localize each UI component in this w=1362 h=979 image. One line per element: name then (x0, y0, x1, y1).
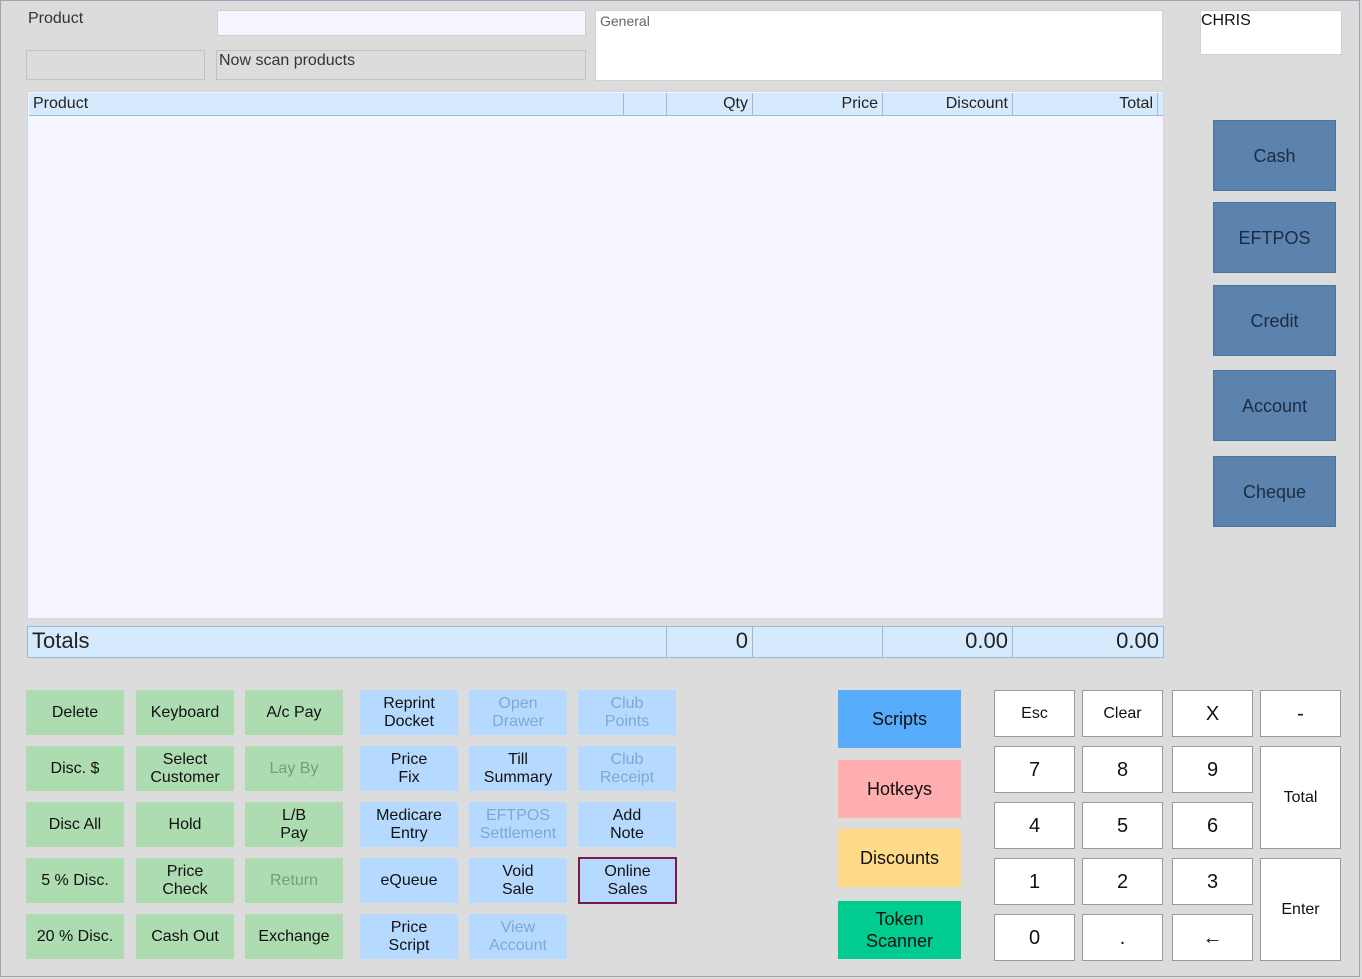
col-qty[interactable]: Qty (667, 93, 753, 115)
multiply-key[interactable]: X (1172, 690, 1253, 737)
medicare-entry-button[interactable]: Medicare Entry (360, 802, 458, 847)
return-button[interactable]: Return (245, 858, 343, 903)
ac-pay-button[interactable]: A/c Pay (245, 690, 343, 735)
totals-price (753, 627, 883, 657)
lay-by-button[interactable]: Lay By (245, 746, 343, 791)
dot-key[interactable]: . (1082, 914, 1163, 961)
disc-dollar-button[interactable]: Disc. $ (26, 746, 124, 791)
totals-total: 0.00 (1116, 628, 1159, 653)
key-6[interactable]: 6 (1172, 802, 1253, 849)
key-8[interactable]: 8 (1082, 746, 1163, 793)
col-blank[interactable] (624, 93, 667, 115)
col-discount[interactable]: Discount (883, 93, 1013, 115)
eftpos-settlement-button[interactable]: EFTPOS Settlement (469, 802, 567, 847)
operator-name: CHRIS (1200, 10, 1342, 55)
till-summary-button[interactable]: Till Summary (469, 746, 567, 791)
backspace-key[interactable]: ← (1172, 914, 1253, 961)
sale-items-grid[interactable]: Product Qty Price Discount Total (27, 91, 1164, 619)
clear-key[interactable]: Clear (1082, 690, 1163, 737)
token-scanner-button[interactable]: Token Scanner (838, 901, 961, 959)
key-7[interactable]: 7 (994, 746, 1075, 793)
product-search-input[interactable] (217, 10, 586, 36)
totals-qty: 0 (667, 627, 753, 657)
lb-pay-button[interactable]: L/B Pay (245, 802, 343, 847)
minus-key[interactable]: - (1260, 690, 1341, 737)
barcode-display-field (26, 50, 205, 80)
status-message: Now scan products (216, 50, 586, 80)
open-drawer-button[interactable]: Open Drawer (469, 690, 567, 735)
five-percent-disc-button[interactable]: 5 % Disc. (26, 858, 124, 903)
key-9[interactable]: 9 (1172, 746, 1253, 793)
cash-out-button[interactable]: Cash Out (136, 914, 234, 959)
price-check-button[interactable]: Price Check (136, 858, 234, 903)
add-note-button[interactable]: Add Note (578, 802, 676, 847)
totals-discount: 0.00 (883, 627, 1013, 657)
general-info-panel: General (595, 10, 1163, 81)
club-points-button[interactable]: Club Points (578, 690, 676, 735)
totals-label: Totals (28, 627, 667, 657)
key-2[interactable]: 2 (1082, 858, 1163, 905)
cheque-button[interactable]: Cheque (1213, 456, 1336, 527)
discounts-button[interactable]: Discounts (838, 829, 961, 887)
club-receipt-button[interactable]: Club Receipt (578, 746, 676, 791)
total-key[interactable]: Total (1260, 746, 1341, 849)
view-account-button[interactable]: View Account (469, 914, 567, 959)
scripts-button[interactable]: Scripts (838, 690, 961, 748)
totals-row: Totals 0 0.00 0.00 (27, 626, 1164, 658)
delete-button[interactable]: Delete (26, 690, 124, 735)
key-5[interactable]: 5 (1082, 802, 1163, 849)
key-3[interactable]: 3 (1172, 858, 1253, 905)
exchange-button[interactable]: Exchange (245, 914, 343, 959)
price-script-button[interactable]: Price Script (360, 914, 458, 959)
key-0[interactable]: 0 (994, 914, 1075, 961)
account-button[interactable]: Account (1213, 370, 1336, 441)
col-total[interactable]: Total (1013, 93, 1158, 115)
keyboard-button[interactable]: Keyboard (136, 690, 234, 735)
key-4[interactable]: 4 (994, 802, 1075, 849)
credit-button[interactable]: Credit (1213, 285, 1336, 356)
twenty-percent-disc-button[interactable]: 20 % Disc. (26, 914, 124, 959)
cash-button[interactable]: Cash (1213, 120, 1336, 191)
reprint-docket-button[interactable]: Reprint Docket (360, 690, 458, 735)
col-price[interactable]: Price (753, 93, 883, 115)
enter-key[interactable]: Enter (1260, 858, 1341, 961)
col-product[interactable]: Product (29, 93, 624, 115)
esc-key[interactable]: Esc (994, 690, 1075, 737)
back-arrow-icon: ← (1202, 926, 1223, 949)
product-label: Product (28, 10, 84, 27)
equeue-button[interactable]: eQueue (360, 858, 458, 903)
price-fix-button[interactable]: Price Fix (360, 746, 458, 791)
grid-header: Product Qty Price Discount Total (29, 93, 1163, 116)
hotkeys-button[interactable]: Hotkeys (838, 760, 961, 818)
void-sale-button[interactable]: Void Sale (469, 858, 567, 903)
select-customer-button[interactable]: Select Customer (136, 746, 234, 791)
key-1[interactable]: 1 (994, 858, 1075, 905)
disc-all-button[interactable]: Disc All (26, 802, 124, 847)
hold-button[interactable]: Hold (136, 802, 234, 847)
eftpos-button[interactable]: EFTPOS (1213, 202, 1336, 273)
online-sales-button[interactable]: Online Sales (578, 857, 677, 904)
